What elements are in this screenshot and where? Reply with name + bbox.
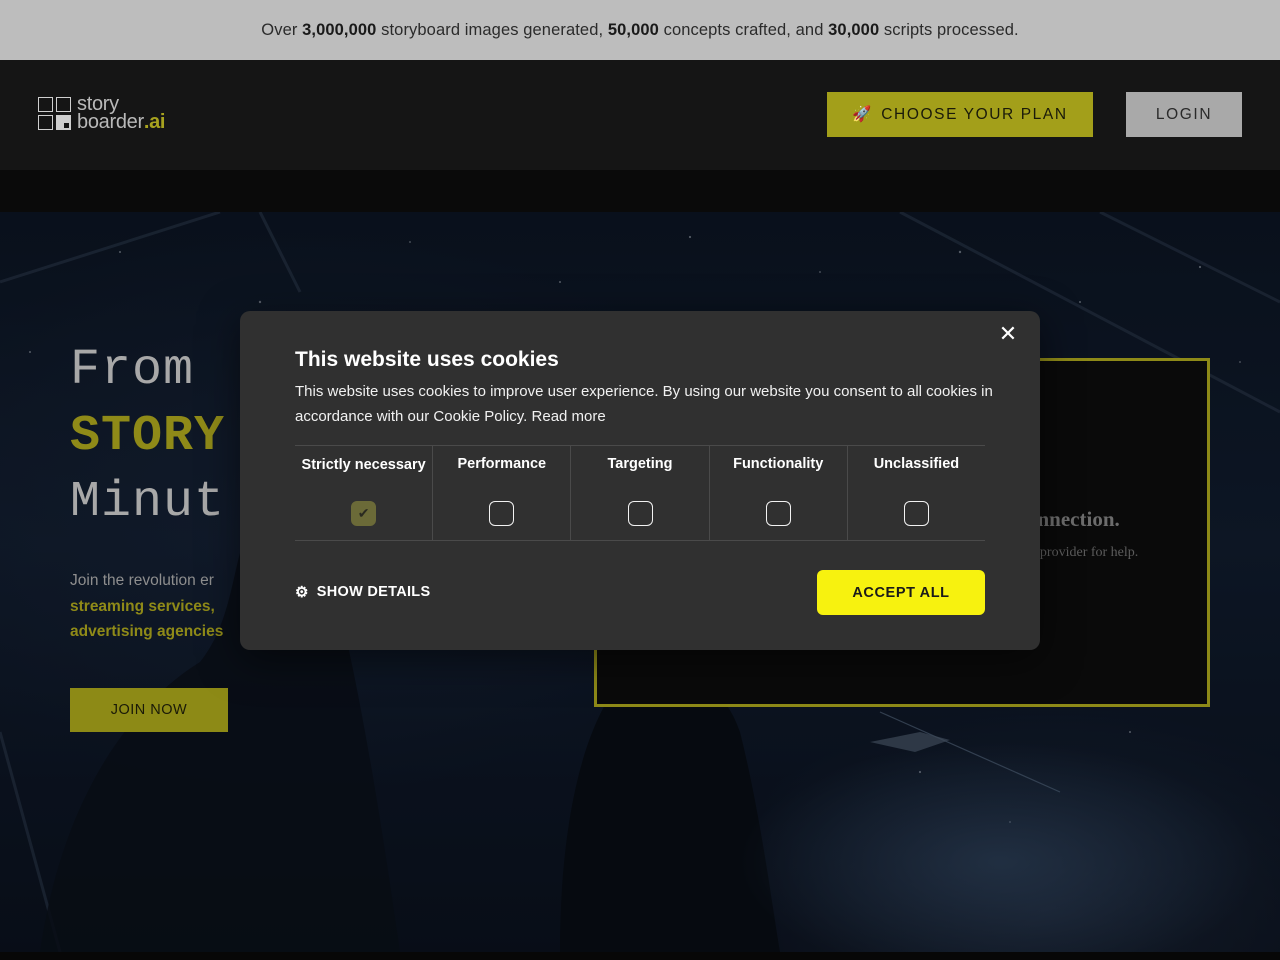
functionality-checkbox[interactable] bbox=[765, 501, 791, 526]
accept-all-button[interactable]: ACCEPT ALL bbox=[817, 570, 985, 615]
cookie-category-label: Performance bbox=[457, 456, 547, 472]
choose-plan-button[interactable]: 🚀 CHOOSE YOUR PLAN bbox=[827, 92, 1093, 137]
performance-checkbox[interactable] bbox=[489, 501, 515, 526]
video-error-subtitle: ce provider for help. bbox=[1024, 545, 1139, 560]
cookie-dialog-title: This website uses cookies bbox=[295, 348, 559, 371]
show-details-toggle[interactable]: ⚙ SHOW DETAILS bbox=[295, 583, 430, 601]
storyboarder-logo[interactable]: story boarder.ai bbox=[38, 93, 188, 137]
cookie-category-unclassified: Unclassified bbox=[848, 446, 985, 540]
site-header: story boarder.ai 🚀 CHOOSE YOUR PLAN LOGI… bbox=[0, 60, 1280, 170]
logo-square-icon bbox=[56, 115, 71, 130]
cookie-category-label: Functionality bbox=[733, 456, 824, 472]
cookie-category-label: Unclassified bbox=[873, 456, 960, 472]
footer-strip bbox=[0, 952, 1280, 960]
join-now-button[interactable]: JOIN NOW bbox=[70, 688, 228, 732]
logo-square-icon bbox=[56, 97, 71, 112]
gear-icon: ⚙ bbox=[295, 584, 309, 601]
logo-square-icon bbox=[38, 115, 53, 130]
login-button[interactable]: LOGIN bbox=[1126, 92, 1242, 137]
cookie-dialog-description: This website uses cookies to improve use… bbox=[295, 383, 993, 425]
rocket-icon: 🚀 bbox=[852, 106, 874, 123]
close-icon[interactable]: ✕ bbox=[997, 323, 1019, 345]
unclassified-checkbox[interactable] bbox=[903, 501, 929, 526]
cookie-consent-dialog: ✕ This website uses cookies This website… bbox=[240, 311, 1040, 650]
nav-subbar bbox=[0, 170, 1280, 212]
read-more-link[interactable]: Read more bbox=[532, 408, 606, 425]
targeting-checkbox[interactable] bbox=[627, 501, 653, 526]
logo-word-boarder: boarder.ai bbox=[77, 111, 166, 133]
announcement-bar: Over 3,000,000 storyboard images generat… bbox=[0, 0, 1280, 60]
cookie-category-table: Strictly necessary ✔ Performance Targeti… bbox=[295, 445, 985, 541]
hero-heading-line1: From bbox=[70, 342, 195, 399]
logo-square-icon bbox=[38, 97, 53, 112]
cookie-category-functionality: Functionality bbox=[710, 446, 848, 540]
hero-heading-line3: Minut bbox=[70, 474, 226, 531]
strictly-necessary-checkbox[interactable]: ✔ bbox=[351, 501, 377, 526]
cookie-category-label: Strictly necessary bbox=[301, 457, 426, 473]
cookie-category-performance: Performance bbox=[433, 446, 572, 540]
check-icon: ✔ bbox=[357, 505, 370, 521]
cookie-category-label: Targeting bbox=[607, 456, 673, 472]
cookie-category-targeting: Targeting bbox=[571, 446, 710, 540]
video-error-title: onnection. bbox=[1027, 507, 1120, 531]
hero-heading-line2: STORY bbox=[70, 408, 226, 465]
cookie-category-strictly-necessary: Strictly necessary ✔ bbox=[295, 446, 434, 540]
announcement-text: Over 3,000,000 storyboard images generat… bbox=[261, 20, 1019, 39]
